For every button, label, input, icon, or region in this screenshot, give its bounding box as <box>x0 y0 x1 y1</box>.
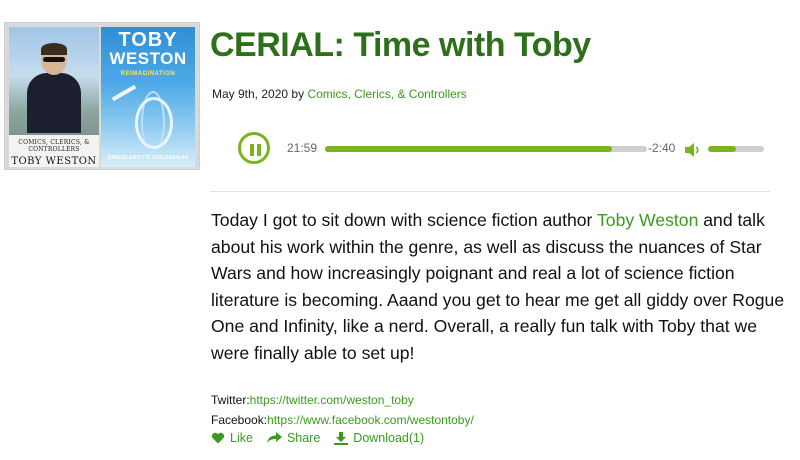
like-label: Like <box>230 431 253 445</box>
download-icon <box>334 431 349 445</box>
like-button[interactable]: Like <box>211 431 253 445</box>
photo-caption: COMICS, CLERICS, & CONTROLLERS TOBY WEST… <box>9 135 99 167</box>
description-text-1: Today I got to sit down with science fic… <box>211 210 597 230</box>
download-button[interactable]: Download(1) <box>334 431 424 445</box>
book-cover: TOBY WESTON REIMAGINATION SINGULARITY'S … <box>101 27 195 167</box>
audio-player: 21:59 -2:40 <box>238 132 768 170</box>
volume-level <box>708 146 736 152</box>
share-button[interactable]: Share <box>266 431 321 445</box>
share-icon <box>266 432 282 443</box>
station-ring-outer <box>135 97 173 149</box>
pause-icon <box>250 144 254 156</box>
seek-bar[interactable] <box>325 146 647 152</box>
author-photo: COMICS, CLERICS, & CONTROLLERS TOBY WEST… <box>9 27 99 167</box>
by-label: by <box>291 87 305 101</box>
volume-icon[interactable] <box>684 142 702 158</box>
category-link[interactable]: Comics, Clerics, & Controllers <box>307 87 466 101</box>
twitter-label: Twitter: <box>211 393 250 407</box>
caption-show-name: COMICS, CLERICS, & CONTROLLERS <box>18 139 90 153</box>
heart-icon <box>211 432 225 444</box>
book-series: SINGULARITY'S CHILDREN #4 <box>107 155 189 161</box>
author-link[interactable]: Toby Weston <box>597 210 698 230</box>
book-subtitle: REIMAGINATION <box>120 71 176 77</box>
divider <box>210 191 770 192</box>
download-label: Download(1) <box>353 431 425 445</box>
current-time: 21:59 <box>287 141 318 155</box>
twitter-link[interactable]: https://twitter.com/weston_toby <box>250 393 414 407</box>
episode-thumbnail[interactable]: COMICS, CLERICS, & CONTROLLERS TOBY WEST… <box>4 22 200 170</box>
share-label: Share <box>286 431 321 445</box>
author-figure <box>27 43 81 133</box>
caption-author-name: TOBY WESTON <box>11 156 97 167</box>
spaceship-graphic <box>111 84 137 102</box>
episode-meta: May 9th, 2020 by Comics, Clerics, & Cont… <box>212 87 467 101</box>
volume-slider[interactable] <box>708 146 764 152</box>
book-title-line2: WESTON <box>109 49 187 68</box>
twitter-row: Twitter:https://twitter.com/weston_toby <box>211 390 474 410</box>
social-links: Twitter:https://twitter.com/weston_toby … <box>211 390 474 430</box>
episode-description: Today I got to sit down with science fic… <box>211 207 786 366</box>
description-text-2: and talk about his work within the genre… <box>211 210 785 363</box>
pause-button[interactable] <box>238 132 270 164</box>
episode-title[interactable]: CERIAL: Time with Toby <box>210 26 591 65</box>
episode-actions: Like Share Download(1) <box>211 431 438 445</box>
facebook-label: Facebook: <box>211 413 268 427</box>
facebook-link[interactable]: https://www.facebook.com/westontoby/ <box>267 413 474 427</box>
seek-progress <box>325 146 612 152</box>
episode-date: May 9th, 2020 <box>212 87 289 101</box>
facebook-row: Facebook:https://www.facebook.com/weston… <box>211 410 474 430</box>
remaining-time: -2:40 <box>648 141 676 155</box>
